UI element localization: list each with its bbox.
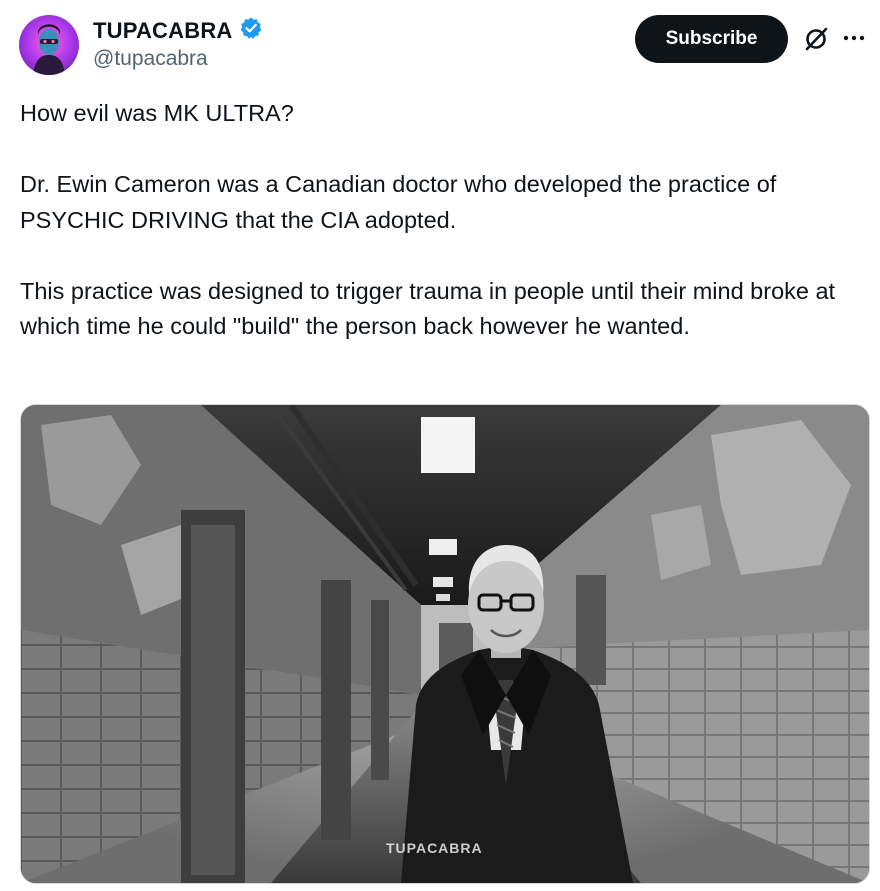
subscribe-button[interactable]: Subscribe — [635, 15, 788, 63]
tweet-line: How evil was MK ULTRA? — [20, 100, 294, 126]
author-name-row: TUPACABRA — [93, 16, 263, 45]
verified-badge-icon — [239, 16, 263, 45]
tweet-header: TUPACABRA @tupacabra Subscribe — [0, 0, 880, 90]
avatar[interactable] — [19, 15, 79, 75]
tweet-text: How evil was MK ULTRA? Dr. Ewin Cameron … — [20, 96, 870, 345]
image-watermark: TUPACABRA — [386, 840, 483, 856]
author-name[interactable]: TUPACABRA — [93, 18, 233, 44]
author-handle[interactable]: @tupacabra — [93, 47, 208, 71]
more-icon[interactable] — [838, 24, 870, 52]
grok-icon[interactable] — [799, 22, 833, 56]
tweet-line: Dr. Ewin Cameron was a Canadian doctor w… — [20, 171, 777, 233]
tweet-line: This practice was designed to trigger tr… — [20, 277, 836, 340]
tweet-media-image[interactable] — [20, 404, 870, 884]
